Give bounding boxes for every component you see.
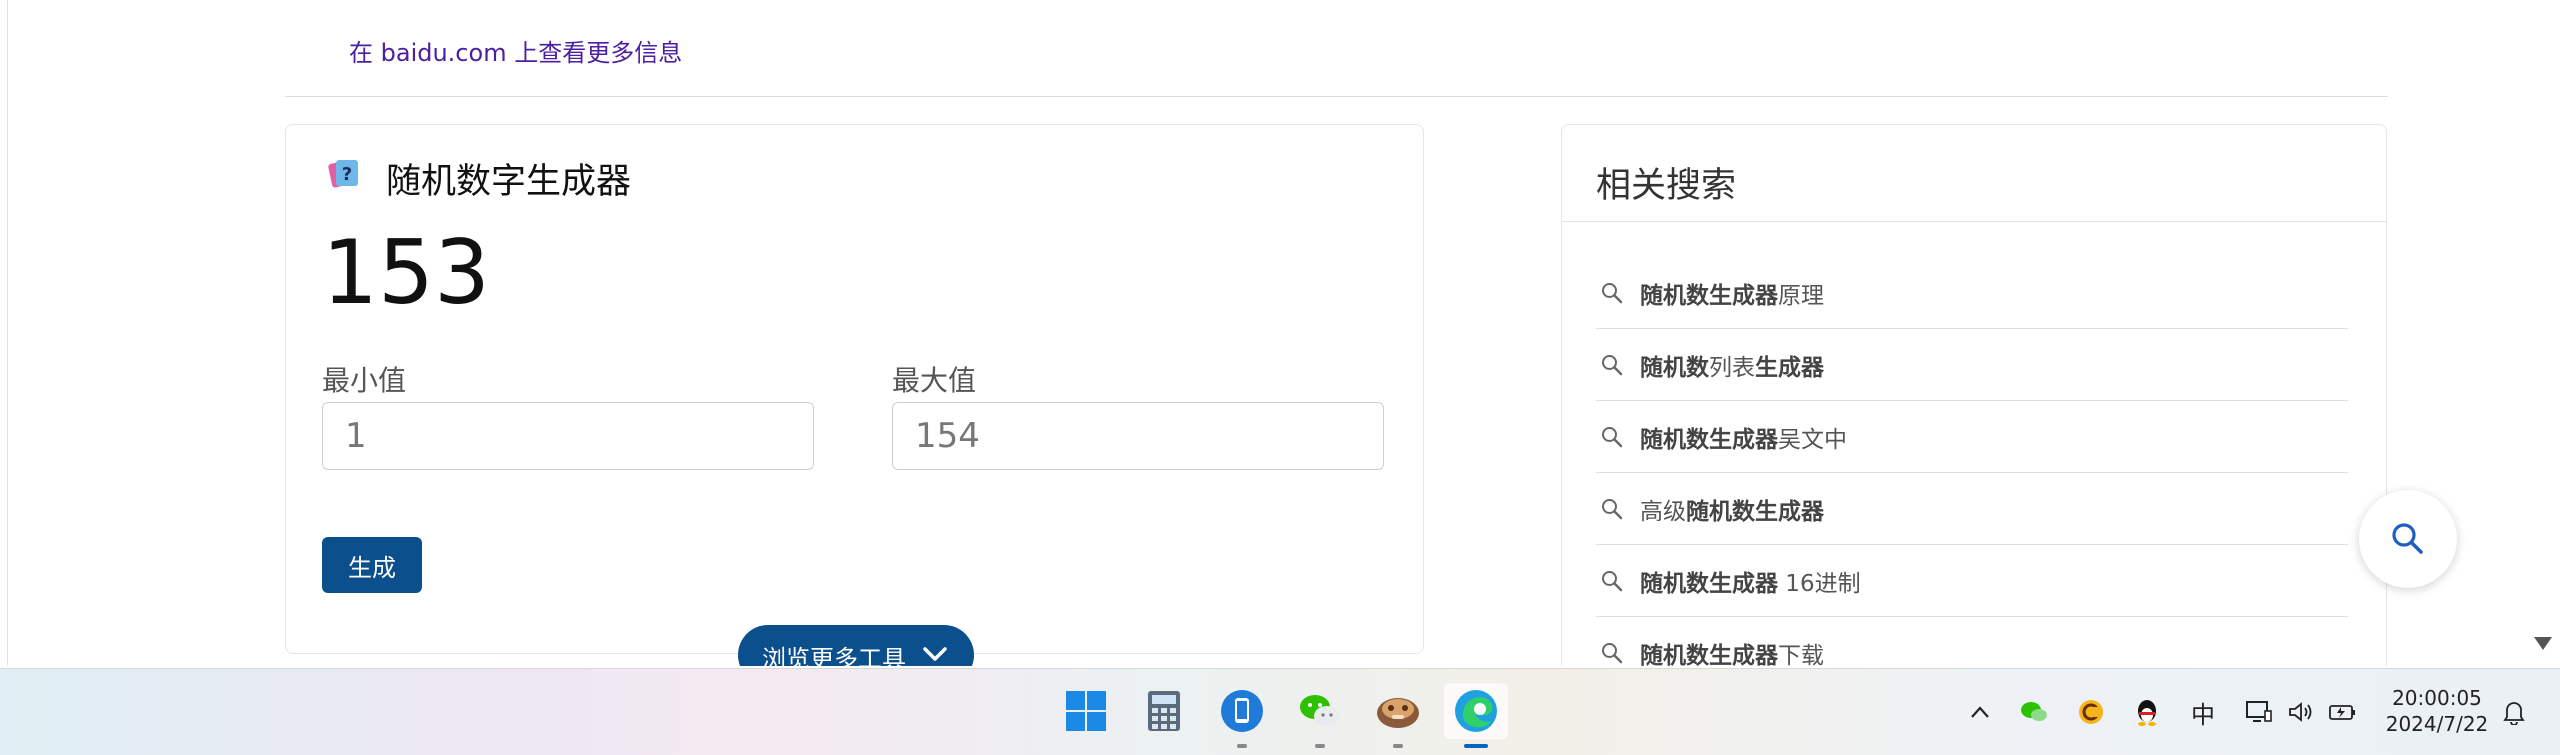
related-searches-card: 相关搜索 随机数生成器原理 随机数列表生成器 随机数生成器吴文中 高级随机数生成… [1561,124,2387,666]
chevron-down-icon [923,647,947,661]
running-indicator [1393,744,1403,748]
max-input[interactable]: 154 [892,402,1384,470]
notification-button[interactable] [2497,695,2531,729]
taskbar: 中 20:00:05 2024/7/22 [0,668,2560,755]
taskbar-game[interactable] [1370,683,1426,748]
generated-number: 153 [322,221,490,324]
related-item-text: 随机数生成器吴文中 [1640,426,1847,453]
tray-network[interactable] [2242,695,2276,729]
related-item-text: 高级随机数生成器 [1640,498,1824,525]
search-icon [1602,498,1623,519]
related-item[interactable]: 随机数生成器原理 [1596,257,2348,329]
bell-icon [2503,702,2525,725]
divider [285,96,2388,97]
chevron-up-icon [1971,706,1989,718]
generator-title: 随机数字生成器 [386,162,632,202]
generate-button[interactable]: 生成 [322,537,422,593]
related-item[interactable]: 随机数生成器 16进制 [1596,545,2348,617]
related-item[interactable]: 高级随机数生成器 [1596,473,2348,545]
tray-wechat[interactable] [2017,695,2051,729]
related-item-text: 随机数生成器 16进制 [1640,570,1861,597]
min-input[interactable]: 1 [322,402,814,470]
related-item[interactable]: 随机数生成器吴文中 [1596,401,2348,473]
random-number-generator-card: ? 随机数字生成器 153 最小值 1 最大值 154 生成 浏览更多工具 [285,124,1424,666]
related-divider [1562,221,2386,222]
game-icon [1377,698,1419,728]
related-item[interactable]: 随机数列表生成器 [1596,329,2348,401]
search-icon [1602,354,1623,375]
svg-text:?: ? [342,164,352,185]
start-button[interactable] [1058,683,1114,739]
taskbar-edge[interactable] [1444,683,1508,748]
max-label: 最大值 [892,364,977,397]
network-icon [2246,701,2272,722]
browser-page: 在 baidu.com 上查看更多信息 ? 随机数字生成器 153 最小值 1 … [0,0,2560,666]
dice-question-icon: ? [328,160,358,188]
browse-more-tools-label: 浏览更多工具 [762,645,906,666]
search-icon [1602,642,1623,663]
tray-battery[interactable] [2326,695,2360,729]
phone-link-icon [1221,690,1263,732]
search-icon [1602,426,1623,447]
calculator-icon [1148,691,1180,731]
related-item-text: 随机数生成器下载 [1640,642,1824,667]
related-item-text: 随机数生成器原理 [1640,282,1824,309]
related-searches-title: 相关搜索 [1596,166,1737,206]
tray-app[interactable] [2074,695,2108,729]
running-indicator [1315,744,1325,748]
running-indicator [1237,744,1247,748]
search-icon [1602,570,1623,591]
edge-icon [1455,690,1497,732]
page-left-border [7,0,8,666]
speaker-icon [2289,702,2312,722]
tray-qq[interactable] [2130,695,2164,729]
scrollbar-down-arrow[interactable] [2534,637,2552,650]
active-indicator [1464,744,1488,748]
search-icon [1602,282,1623,303]
clock-time: 20:00:05 [2392,686,2482,710]
wechat-tray-icon [2021,702,2047,721]
system-clock[interactable]: 20:00:05 2024/7/22 [2382,685,2492,737]
taskbar-phone-link[interactable] [1214,683,1270,748]
related-item-text: 随机数列表生成器 [1640,354,1824,381]
browse-more-tools-button[interactable]: 浏览更多工具 [738,625,974,666]
clock-date: 2024/7/22 [2385,712,2489,736]
taskbar-calculator[interactable] [1136,683,1192,739]
app-tray-icon [2079,700,2103,724]
taskbar-wechat[interactable] [1292,683,1348,748]
more-info-link[interactable]: 在 baidu.com 上查看更多信息 [349,33,682,68]
min-label: 最小值 [322,364,407,397]
input-method-indicator[interactable]: 中 [2186,695,2220,729]
wechat-icon [1300,695,1340,726]
floating-search-button[interactable] [2359,490,2457,588]
tray-volume[interactable] [2284,695,2318,729]
show-hidden-icons-button[interactable] [1963,695,1997,729]
related-item[interactable]: 随机数生成器下载 [1596,617,2348,666]
battery-charging-icon [2329,705,2355,720]
qq-penguin-icon [2138,700,2156,726]
search-icon [2392,523,2423,554]
windows-start-icon [1066,691,1106,731]
